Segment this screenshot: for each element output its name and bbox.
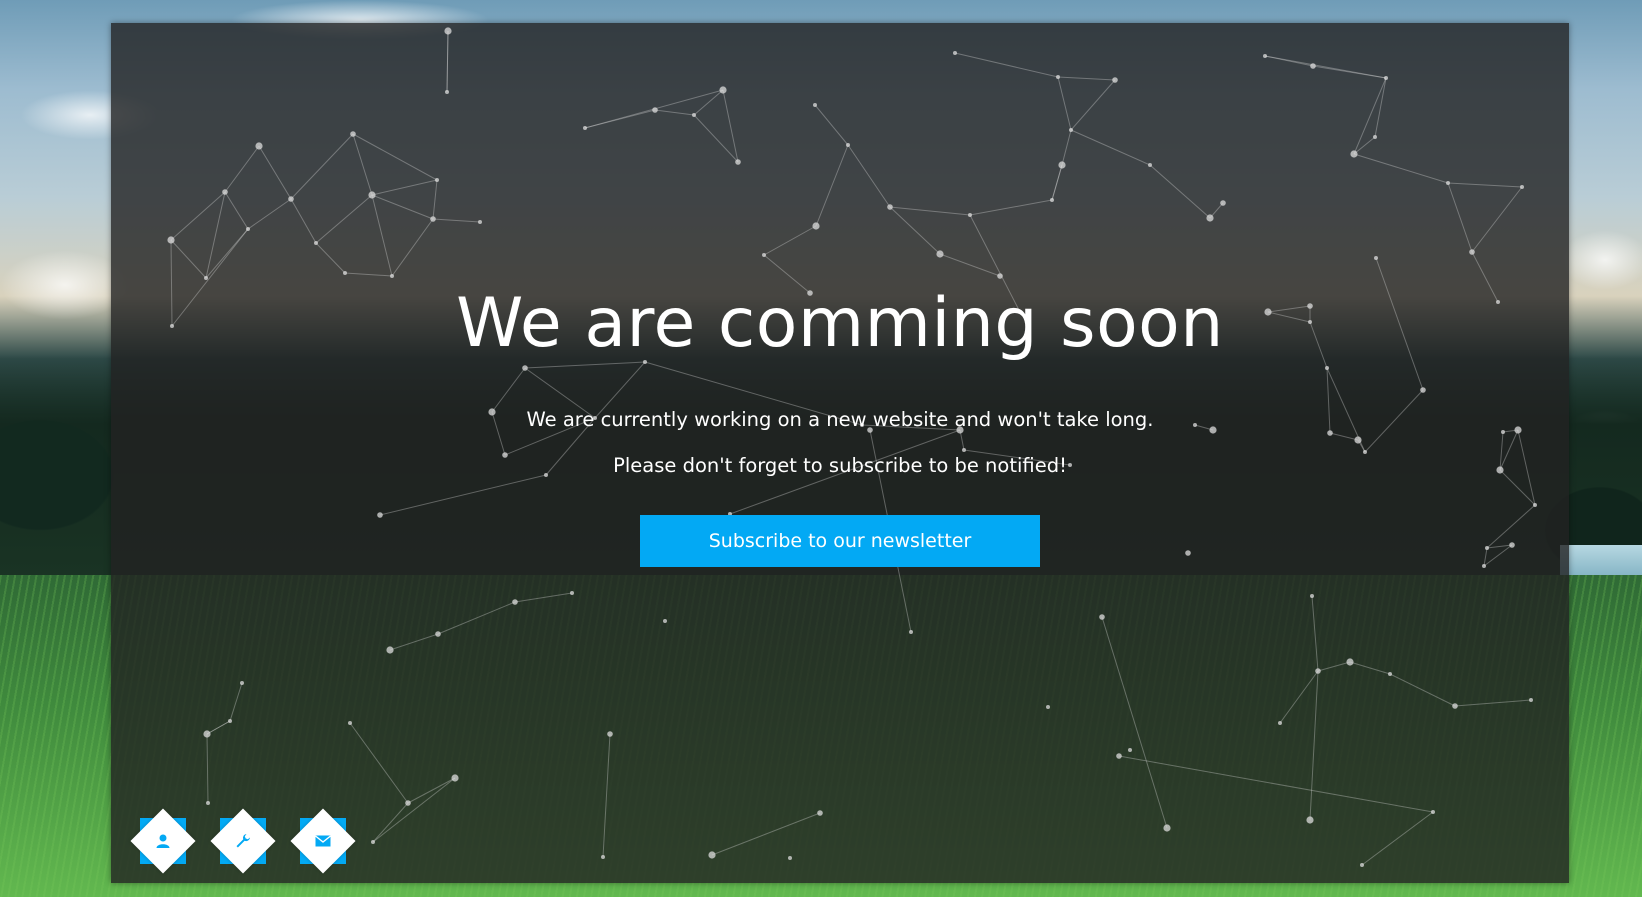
social-button-envelope[interactable]: [289, 807, 357, 875]
social-button-user[interactable]: [129, 807, 197, 875]
envelope-icon: [289, 807, 357, 875]
subscribe-button[interactable]: Subscribe to our newsletter: [640, 515, 1040, 567]
lake: [1560, 545, 1642, 575]
cloud: [1560, 230, 1642, 290]
subtitle-line-1: We are currently working on a new websit…: [526, 408, 1154, 431]
subtitle-line-2: Please don't forget to subscribe to be n…: [613, 454, 1067, 477]
social-button-wrench[interactable]: [209, 807, 277, 875]
user-icon: [129, 807, 197, 875]
page-background: We are comming soon We are currently wor…: [0, 0, 1642, 897]
hero-section: We are comming soon We are currently wor…: [111, 0, 1569, 897]
page-title: We are comming soon: [456, 284, 1224, 363]
wrench-icon: [209, 807, 277, 875]
